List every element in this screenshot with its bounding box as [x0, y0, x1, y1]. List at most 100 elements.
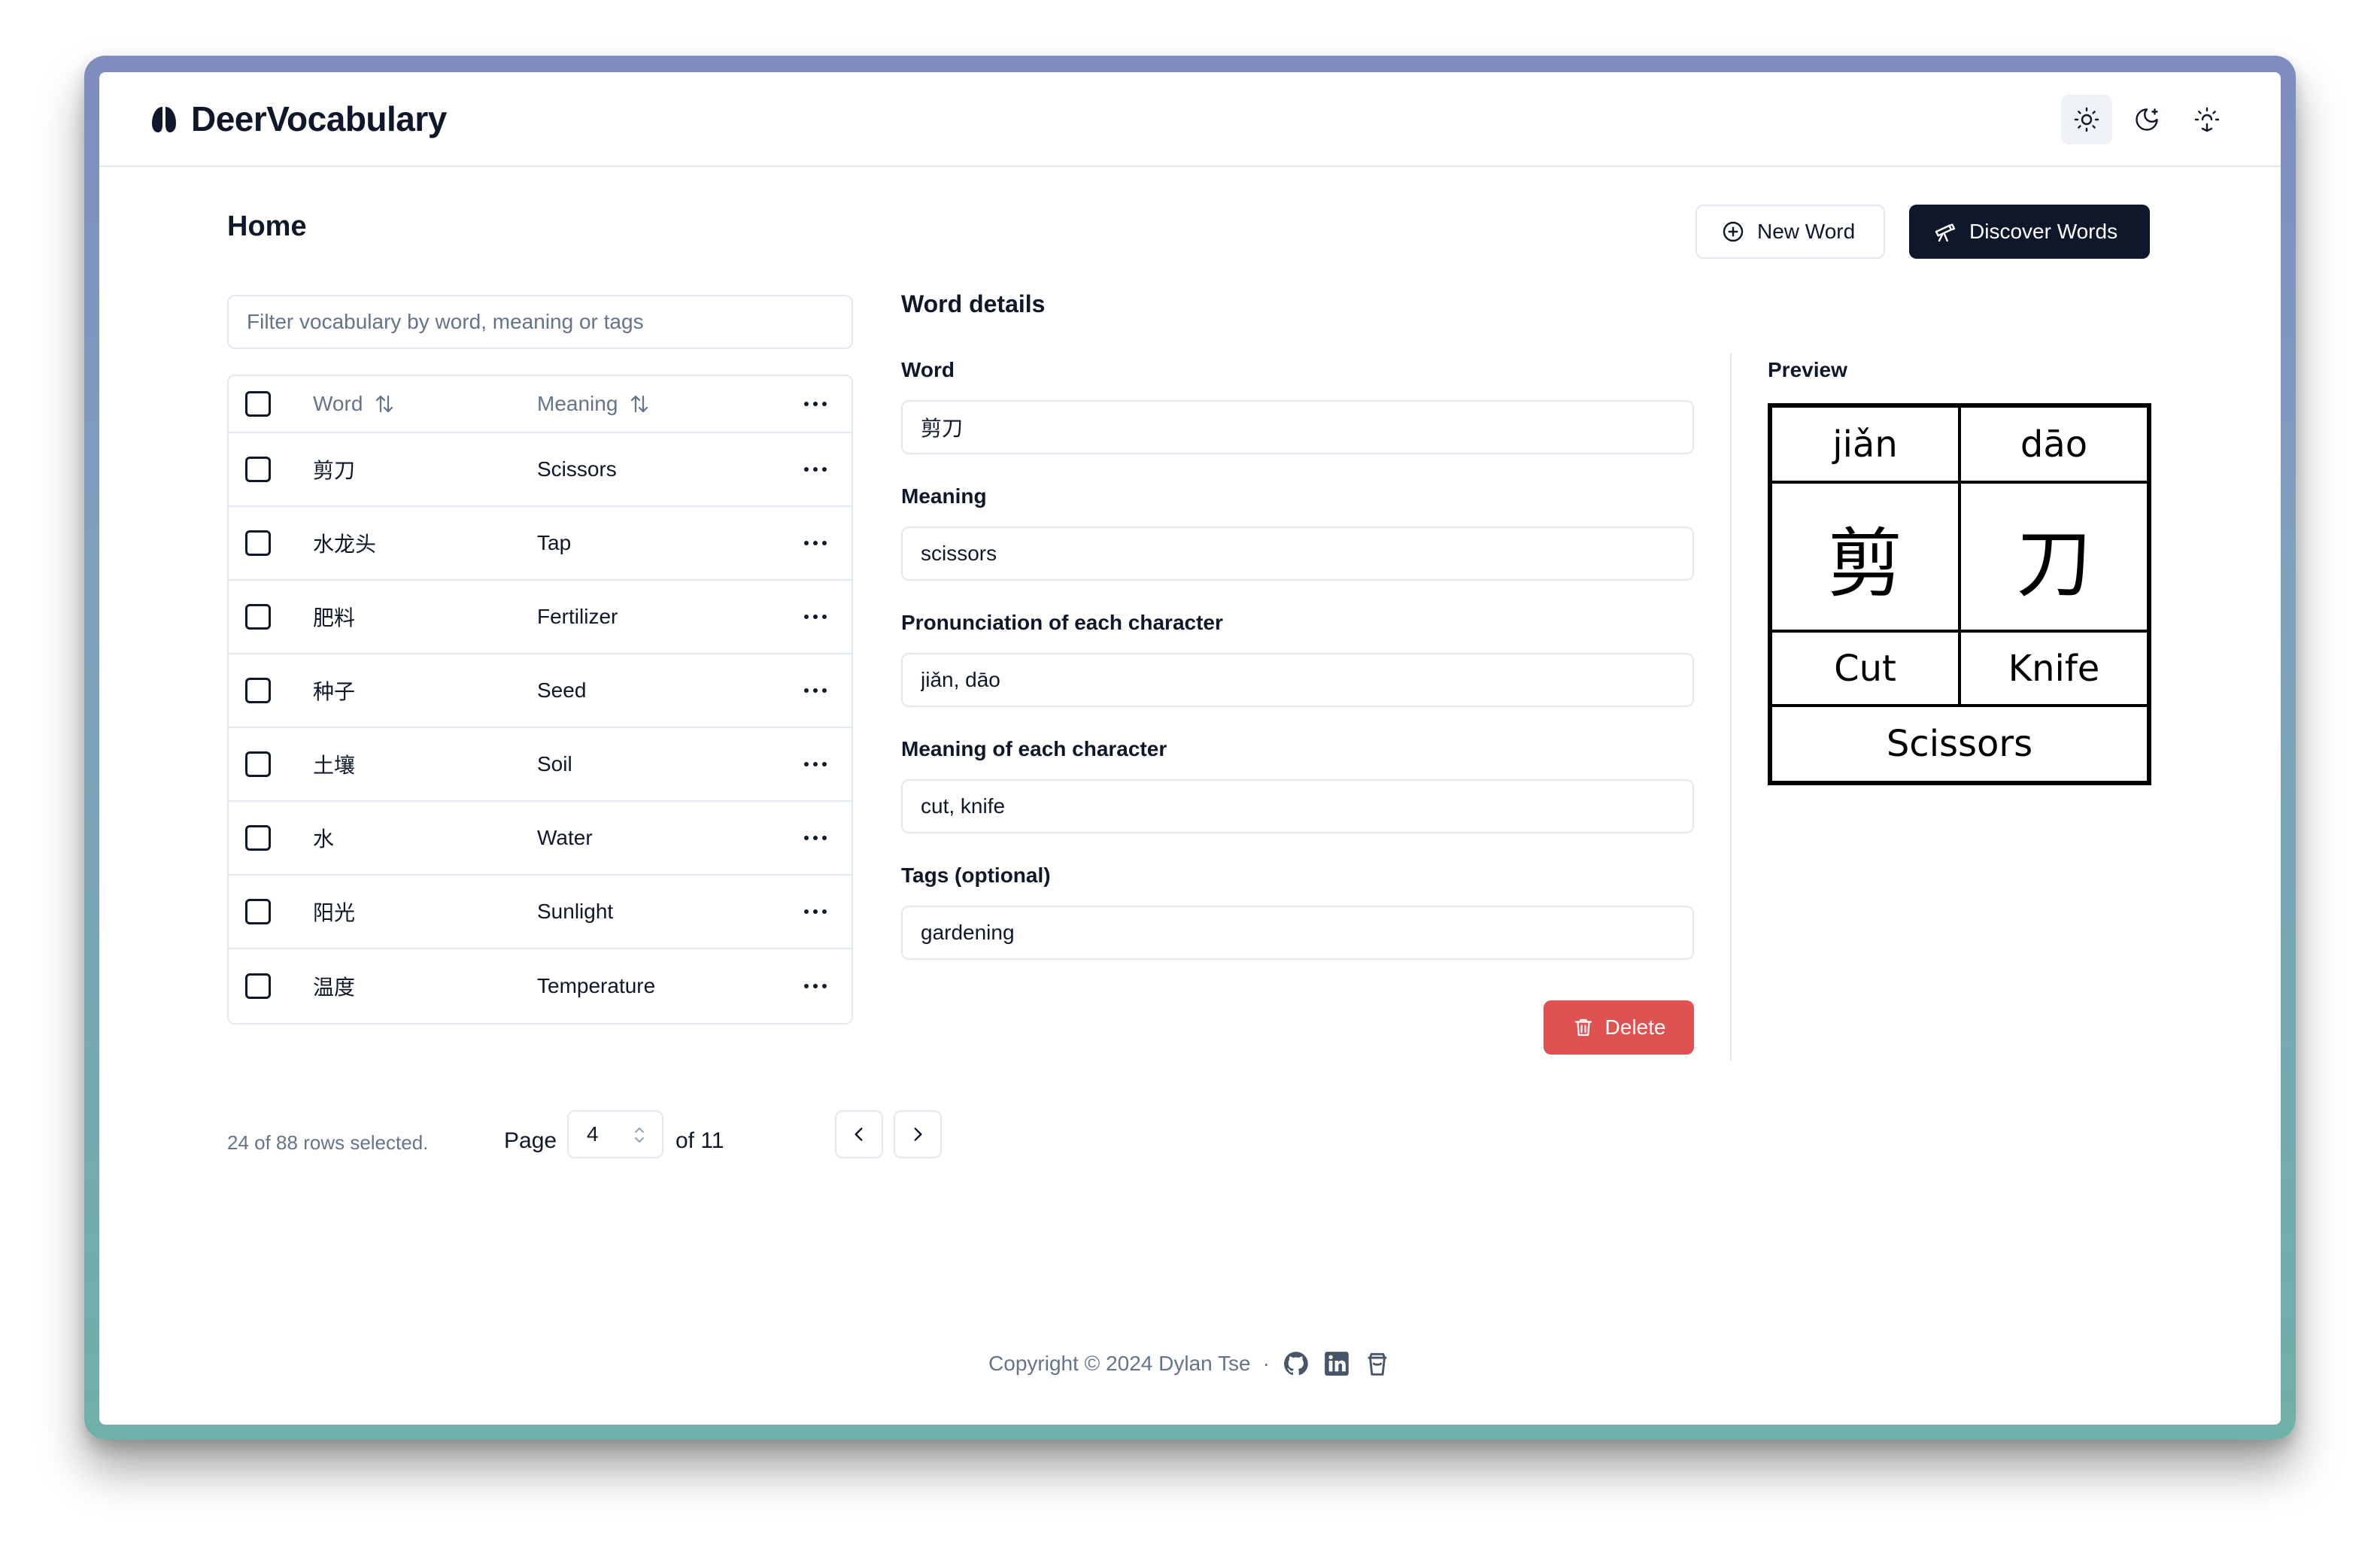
meaning-cell: Sunlight — [537, 900, 614, 923]
word-cell: 水 — [313, 827, 335, 851]
row-checkbox[interactable] — [245, 530, 271, 556]
char-meaning-field-label: Meaning of each character — [901, 737, 1167, 760]
vocabulary-table: Word Meaning 剪刀 Scissors 水龙头 Tap 肥料 Fert… — [227, 375, 853, 1024]
theme-switcher — [2061, 95, 2233, 144]
table-row[interactable]: 肥料 Fertilizer — [229, 581, 852, 654]
meaning-column-header[interactable]: Meaning — [537, 392, 651, 416]
word-details-title: Word details — [901, 290, 1046, 317]
select-all-checkbox[interactable] — [245, 391, 271, 417]
char-meaning-cell: Knife — [2008, 647, 2100, 690]
page-total: of 11 — [675, 1128, 724, 1153]
word-cell: 阳光 — [313, 901, 356, 924]
row-checkbox[interactable] — [245, 973, 271, 999]
tags-input[interactable] — [901, 906, 1694, 960]
deer-hoof-logo-icon — [152, 107, 176, 132]
delete-button[interactable]: Delete — [1544, 1000, 1694, 1055]
app-window: DeerVocabulary Home New Word Discover Wo… — [99, 72, 2281, 1425]
pinyin-cell: dāo — [2020, 423, 2088, 466]
discover-words-button[interactable]: Discover Words — [1909, 205, 2150, 259]
new-word-label: New Word — [1757, 220, 1856, 243]
coffee-cup-icon[interactable] — [1363, 1349, 1392, 1378]
delete-label: Delete — [1604, 1015, 1666, 1039]
word-cell: 土壤 — [313, 754, 356, 777]
sun-icon — [2074, 107, 2099, 132]
word-meaning-cell: Scissors — [1886, 723, 2033, 765]
row-checkbox[interactable] — [245, 678, 271, 703]
sort-arrows-icon — [631, 395, 648, 413]
chevron-right-icon — [914, 1128, 922, 1141]
copyright-text: Copyright © 2024 Dylan Tse — [988, 1352, 1251, 1375]
meaning-header-label: Meaning — [537, 392, 618, 415]
selection-info: 24 of 88 rows selected. — [227, 1131, 429, 1154]
page-label: Page — [504, 1128, 557, 1153]
meaning-cell: Tap — [537, 531, 572, 554]
table-header-row: Word Meaning — [229, 376, 852, 433]
sort-arrows-icon — [376, 395, 393, 413]
column-options-icon[interactable] — [802, 390, 829, 417]
table-row[interactable]: 种子 Seed — [229, 654, 852, 728]
row-checkbox[interactable] — [245, 899, 271, 924]
meaning-cell: Fertilizer — [537, 605, 618, 628]
moon-icon — [2136, 108, 2158, 131]
row-checkbox[interactable] — [245, 604, 271, 630]
page-title: Home — [227, 211, 307, 242]
chevrons-up-down-icon — [635, 1128, 644, 1143]
new-word-button[interactable]: New Word — [1695, 205, 1885, 259]
row-actions-icon[interactable] — [802, 530, 829, 557]
pinyin-cell: jiǎn — [1832, 423, 1898, 466]
word-cell: 剪刀 — [313, 459, 356, 482]
github-icon[interactable] — [1282, 1349, 1310, 1378]
previous-page-button[interactable] — [835, 1110, 883, 1158]
system-theme-button[interactable] — [2181, 95, 2233, 144]
word-header-label: Word — [313, 392, 363, 415]
row-checkbox[interactable] — [245, 825, 271, 851]
row-actions-icon[interactable] — [802, 973, 829, 1000]
meaning-cell: Scissors — [537, 457, 617, 481]
brand-name: DeerVocabulary — [191, 99, 447, 138]
character-cell: 刀 — [2016, 519, 2092, 608]
table-row[interactable]: 剪刀 Scissors — [229, 433, 852, 507]
dark-theme-button[interactable] — [2121, 95, 2172, 144]
row-checkbox[interactable] — [245, 457, 271, 482]
word-cell: 肥料 — [313, 606, 356, 630]
meaning-cell: Seed — [537, 678, 587, 702]
table-row[interactable]: 土壤 Soil — [229, 728, 852, 802]
row-actions-icon[interactable] — [802, 603, 829, 630]
footer: Copyright © 2024 Dylan Tse · — [99, 1345, 2281, 1383]
tags-field-label: Tags (optional) — [901, 864, 1051, 887]
word-cell: 温度 — [313, 976, 356, 999]
word-column-header[interactable]: Word — [313, 392, 396, 416]
details-divider — [1730, 354, 1732, 1061]
pronunciation-input[interactable] — [901, 653, 1694, 707]
telescope-icon — [1935, 223, 1956, 242]
next-page-button[interactable] — [894, 1110, 942, 1158]
page-select[interactable]: 4 — [567, 1110, 663, 1158]
row-actions-icon[interactable] — [802, 677, 829, 704]
char-meaning-input[interactable] — [901, 779, 1694, 833]
table-row[interactable]: 水 Water — [229, 802, 852, 876]
row-actions-icon[interactable] — [802, 824, 829, 851]
row-actions-icon[interactable] — [802, 751, 829, 778]
trash-icon — [1574, 1018, 1592, 1037]
word-field-label: Word — [901, 358, 955, 381]
row-checkbox[interactable] — [245, 751, 271, 777]
table-row[interactable]: 水龙头 Tap — [229, 507, 852, 581]
character-cell: 剪 — [1827, 519, 1903, 608]
brand[interactable]: DeerVocabulary — [147, 96, 447, 141]
row-actions-icon[interactable] — [802, 456, 829, 483]
preview-label: Preview — [1768, 358, 1847, 381]
table-row[interactable]: 温度 Temperature — [229, 949, 852, 1023]
sun-dim-icon — [2194, 107, 2220, 132]
meaning-field-label: Meaning — [901, 484, 987, 508]
row-actions-icon[interactable] — [802, 898, 829, 925]
filter-input[interactable] — [227, 295, 853, 349]
meaning-cell: Water — [537, 826, 593, 849]
chevron-left-icon — [855, 1128, 863, 1141]
table-row[interactable]: 阳光 Sunlight — [229, 876, 852, 949]
meaning-input[interactable] — [901, 527, 1694, 581]
plus-circle-icon — [1723, 221, 1744, 242]
light-theme-button[interactable] — [2061, 95, 2112, 144]
app-header: DeerVocabulary — [99, 72, 2281, 167]
linkedin-icon[interactable] — [1322, 1349, 1351, 1378]
word-input[interactable] — [901, 400, 1694, 454]
